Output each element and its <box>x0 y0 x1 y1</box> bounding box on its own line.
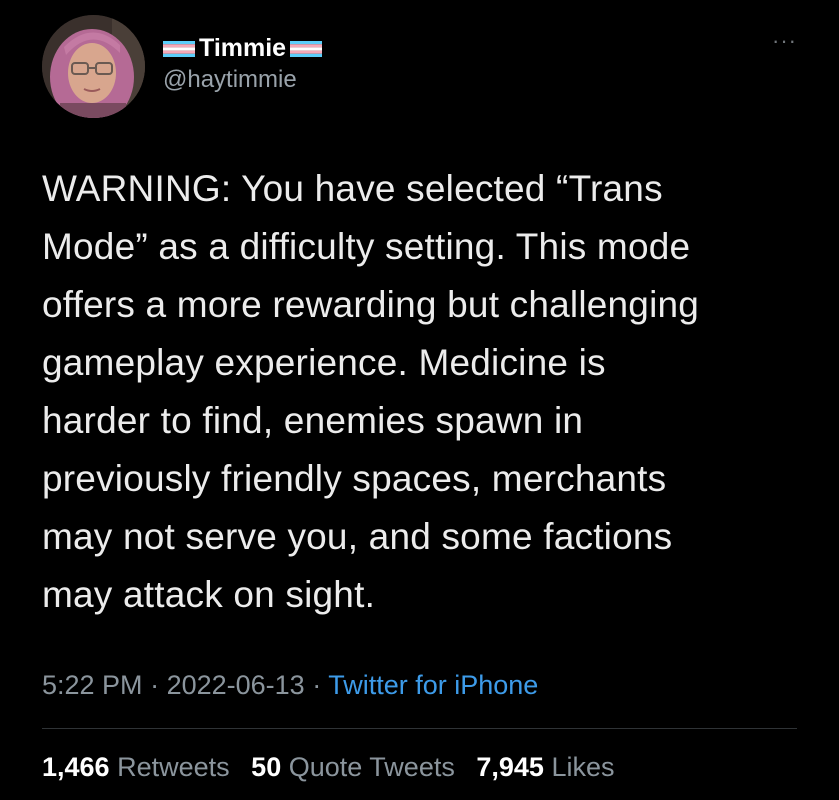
tweet-text-line: offers a more rewarding but challenging <box>42 284 700 325</box>
user-info: Timmie @haytimmie <box>163 34 323 94</box>
ellipsis-icon[interactable]: ··· <box>772 30 797 52</box>
tweet-text-line: may not serve you, and some factions <box>42 516 673 557</box>
transgender-flag-icon <box>290 41 323 57</box>
retweets-stat[interactable]: 1,466 Retweets <box>42 752 230 782</box>
tweet-text-line: gameplay experience. Medicine is <box>42 342 606 383</box>
name-row[interactable]: Timmie <box>163 34 323 63</box>
divider <box>42 728 797 729</box>
quote-tweets-label: Quote Tweets <box>288 752 455 782</box>
tweet-text-line: harder to find, enemies spawn in <box>42 400 584 441</box>
avatar[interactable] <box>42 15 145 118</box>
avatar-image <box>42 15 145 118</box>
display-name[interactable]: Timmie <box>199 34 286 63</box>
likes-stat[interactable]: 7,945 Likes <box>476 752 614 782</box>
tweet-card: Timmie @haytimmie ··· WARNING: You have … <box>0 0 839 800</box>
transgender-flag-icon <box>163 41 195 57</box>
tweet-text-line: WARNING: You have selected “Trans <box>42 168 663 209</box>
likes-label: Likes <box>551 752 615 782</box>
meta-separator: · <box>304 670 329 700</box>
tweet-text: WARNING: You have selected “Trans Mode” … <box>42 160 812 624</box>
tweet-text-line: may attack on sight. <box>42 574 376 615</box>
tweet-text-line: Mode” as a difficulty setting. This mode <box>42 226 691 267</box>
retweets-label: Retweets <box>117 752 230 782</box>
tweet-source-link[interactable]: Twitter for iPhone <box>328 670 538 700</box>
quote-tweets-count: 50 <box>251 752 282 782</box>
tweet-date[interactable]: 2022-06-13 <box>167 670 305 700</box>
likes-count: 7,945 <box>476 752 544 782</box>
retweets-count: 1,466 <box>42 752 110 782</box>
meta-separator: · <box>142 670 167 700</box>
tweet-time[interactable]: 5:22 PM <box>42 670 143 700</box>
quote-tweets-stat[interactable]: 50 Quote Tweets <box>251 752 455 782</box>
tweet-text-line: previously friendly spaces, merchants <box>42 458 667 499</box>
tweet-meta: 5:22 PM · 2022-06-13 · Twitter for iPhon… <box>42 670 538 701</box>
tweet-stats: 1,466 Retweets 50 Quote Tweets 7,945 Lik… <box>42 752 628 783</box>
user-handle[interactable]: @haytimmie <box>163 66 322 94</box>
